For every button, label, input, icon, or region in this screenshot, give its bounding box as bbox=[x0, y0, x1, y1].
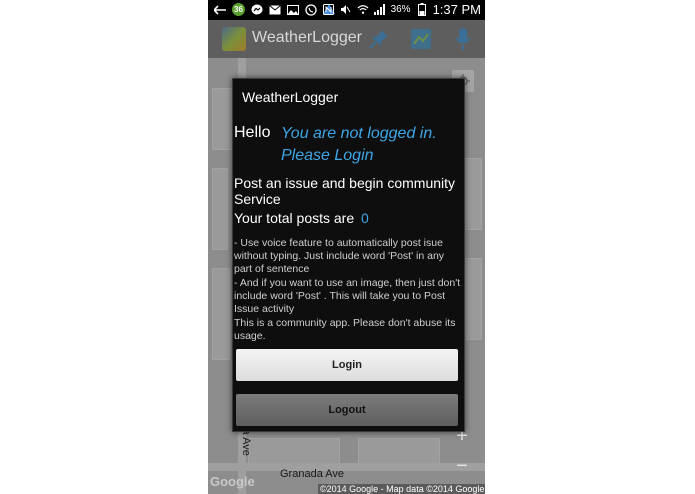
battery-percent: 36% bbox=[390, 4, 411, 15]
mute-icon bbox=[340, 4, 352, 16]
total-posts-label: Your total posts are bbox=[234, 210, 355, 226]
street-label: Granada Ave bbox=[280, 468, 345, 480]
app-logo-icon bbox=[222, 27, 246, 51]
map-copyright: ©2014 Google - Map data ©2014 Google bbox=[318, 484, 485, 494]
map-button[interactable] bbox=[408, 26, 434, 52]
phone-screen: 36 36% 1:37 PM WeatherLogger sta Ave Gra… bbox=[208, 0, 485, 494]
map-icon bbox=[411, 29, 431, 49]
signal-icon bbox=[373, 4, 386, 16]
notification-badge: 36 bbox=[232, 3, 245, 16]
mail-icon bbox=[269, 4, 281, 16]
hello-label: Hello bbox=[234, 124, 271, 141]
info-community-text: This is a community app. Please don't ab… bbox=[234, 317, 456, 342]
total-posts-count: 0 bbox=[361, 210, 369, 226]
status-bar: 36 36% 1:37 PM bbox=[208, 0, 485, 20]
status-bar-system: 36% 1:37 PM bbox=[323, 2, 481, 17]
action-bar: WeatherLogger bbox=[208, 20, 485, 58]
back-arrow-icon bbox=[214, 4, 226, 16]
image-icon bbox=[287, 4, 299, 16]
welcome-dialog: WeatherLogger Hello You are not logged i… bbox=[232, 78, 465, 432]
map-block bbox=[212, 168, 228, 250]
map-block bbox=[212, 88, 234, 150]
messenger-icon bbox=[251, 4, 263, 16]
info-voice-text: - Use voice feature to automatically pos… bbox=[234, 237, 445, 275]
nfc-icon bbox=[323, 4, 335, 16]
login-button[interactable]: Login bbox=[236, 349, 458, 381]
google-logo: Google bbox=[210, 474, 255, 489]
status-bar-notifications: 36 bbox=[214, 3, 335, 16]
zoom-out-button[interactable]: − bbox=[452, 456, 472, 476]
login-status-message: You are not logged in. Please Login bbox=[281, 125, 437, 164]
app-title: WeatherLogger bbox=[252, 29, 362, 46]
pin-button[interactable] bbox=[366, 26, 392, 52]
voice-input-button[interactable] bbox=[450, 26, 476, 52]
wifi-icon bbox=[357, 4, 369, 16]
microphone-icon bbox=[455, 28, 471, 50]
battery-icon bbox=[416, 3, 428, 16]
map-block bbox=[212, 268, 230, 360]
post-issue-text: Post an issue and begin community Servic… bbox=[234, 175, 456, 207]
map-road bbox=[208, 463, 485, 471]
logout-button[interactable]: Logout bbox=[236, 394, 458, 426]
info-image-text: - And if you want to use an image, then … bbox=[234, 277, 461, 315]
pin-icon bbox=[369, 30, 388, 49]
dialog-title: WeatherLogger bbox=[242, 89, 339, 105]
whatsapp-icon bbox=[305, 3, 317, 16]
clock: 1:37 PM bbox=[432, 2, 481, 17]
